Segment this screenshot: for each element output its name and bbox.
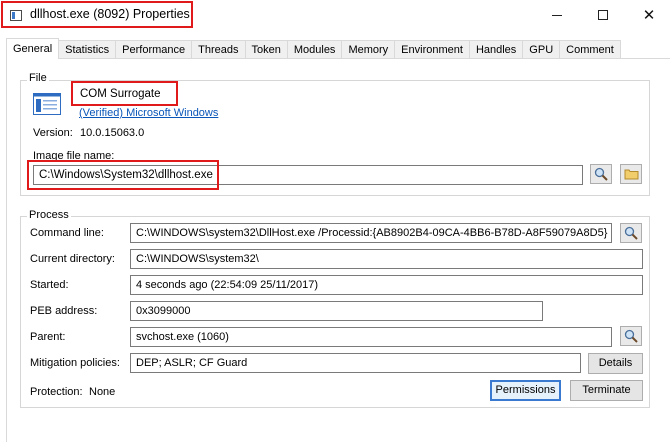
peb-address-label: PEB address: [30, 305, 98, 317]
command-line-field[interactable]: C:\WINDOWS\system32\DllHost.exe /Process… [130, 223, 612, 243]
magnifier-icon [624, 329, 638, 343]
tab-threads[interactable]: Threads [192, 40, 246, 59]
file-group-title: File [27, 72, 49, 84]
command-line-label: Command line: [30, 227, 104, 239]
started-label: Started: [30, 279, 69, 291]
tab-handles[interactable]: Handles [469, 40, 524, 59]
protection-value: None [89, 386, 116, 398]
process-group-title: Process [27, 209, 71, 221]
title-highlight-box [1, 1, 193, 28]
tab-environment[interactable]: Environment [395, 40, 470, 59]
tab-comment[interactable]: Comment [560, 40, 621, 59]
maximize-button[interactable] [580, 0, 626, 30]
mitigation-policies-field[interactable]: DEP; ASLR; CF Guard [130, 353, 581, 373]
maximize-icon [598, 10, 608, 20]
tab-performance[interactable]: Performance [116, 40, 193, 59]
folder-icon [624, 169, 638, 180]
inspect-parent-button[interactable] [620, 326, 642, 346]
title-bar: dllhost.exe (8092) Properties ✕ [0, 0, 670, 32]
executable-icon [33, 93, 61, 115]
magnifier-icon [624, 226, 638, 240]
tab-strip: General Statistics Performance Threads T… [6, 38, 621, 59]
version-value: 10.0.15063.0 [80, 127, 145, 139]
magnifier-icon [594, 167, 608, 181]
description-highlight-box [71, 81, 178, 106]
open-folder-button[interactable] [620, 164, 642, 184]
tab-memory[interactable]: Memory [342, 40, 396, 59]
details-button[interactable]: Details [588, 353, 643, 374]
tab-token[interactable]: Token [245, 40, 288, 59]
peb-address-field[interactable]: 0x3099000 [130, 301, 543, 321]
close-icon: ✕ [642, 7, 656, 24]
version-label: Version: [33, 127, 73, 139]
inspect-command-line-button[interactable] [620, 223, 642, 243]
minimize-icon [552, 14, 562, 16]
image-path-highlight-box [27, 160, 219, 190]
tab-general[interactable]: General [6, 38, 60, 59]
company-link[interactable]: (Verified) Microsoft Windows [79, 107, 218, 119]
mitigation-policies-label: Mitigation policies: [30, 357, 120, 369]
tab-gpu[interactable]: GPU [523, 40, 561, 59]
started-field[interactable]: 4 seconds ago (22:54:09 25/11/2017) [130, 275, 643, 295]
search-online-button[interactable] [590, 164, 612, 184]
parent-label: Parent: [30, 331, 66, 343]
tab-modules[interactable]: Modules [287, 40, 343, 59]
protection-label: Protection: [30, 386, 83, 398]
terminate-button[interactable]: Terminate [570, 380, 643, 401]
current-directory-field[interactable]: C:\WINDOWS\system32\ [130, 249, 643, 269]
minimize-button[interactable] [534, 0, 580, 30]
close-button[interactable]: ✕ [626, 0, 670, 30]
permissions-button[interactable]: Permissions [490, 380, 561, 401]
current-directory-label: Current directory: [30, 253, 115, 265]
parent-field[interactable]: svchost.exe (1060) [130, 327, 612, 347]
tab-statistics[interactable]: Statistics [59, 40, 117, 59]
